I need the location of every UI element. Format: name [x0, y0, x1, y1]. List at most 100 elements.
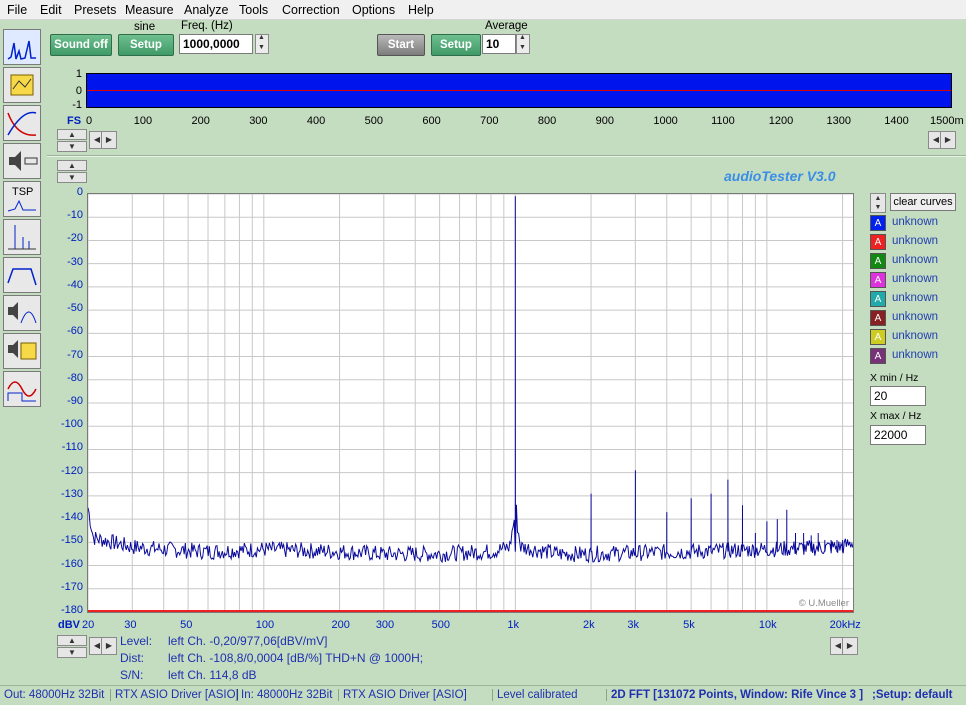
curve-color-swatch[interactable]: A [870, 272, 886, 288]
generator-setup-button[interactable]: Setup [118, 34, 174, 56]
spectrum-chart [88, 194, 853, 612]
scope-xtick-label: 800 [537, 115, 557, 127]
scope-xtick-label: 1500m [930, 115, 964, 127]
y-tick-label: -120 [60, 464, 83, 477]
y-tick-label: -50 [67, 302, 83, 315]
x-zoom-up-button[interactable]: ▲ [57, 635, 87, 646]
curve-color-swatch[interactable]: A [870, 291, 886, 307]
x-tick-label: 1k [507, 619, 519, 631]
x-tick-label: 20 [82, 619, 95, 631]
y-tick-label: -180 [60, 604, 83, 616]
speaker-sweep-icon[interactable] [3, 295, 41, 331]
x-tick-label: 5k [683, 619, 695, 631]
x-scroll-right-button[interactable]: ▶ [101, 637, 117, 655]
speaker-folder-icon[interactable] [3, 333, 41, 369]
average-spinner[interactable] [516, 34, 530, 54]
menu-measure[interactable]: Measure [125, 3, 174, 17]
curve-color-swatch[interactable]: A [870, 253, 886, 269]
x-zoom-down-button[interactable]: ▼ [57, 647, 87, 658]
y-zoom-down-button[interactable]: ▼ [57, 172, 87, 183]
scope-ytick: 0 [75, 85, 82, 97]
analyzer-setup-button[interactable]: Setup [431, 34, 481, 56]
legend-label: unknown [892, 235, 939, 247]
scope-scroll-right-button[interactable]: ▶ [101, 131, 117, 149]
curve-color-swatch[interactable]: A [870, 215, 886, 231]
x-tick-label: 3k [627, 619, 639, 631]
x-tick-label: 500 [431, 619, 450, 631]
x-tick-label: 30 [124, 619, 137, 631]
menu-analyze[interactable]: Analyze [184, 3, 228, 17]
legend-label: unknown [892, 273, 939, 285]
spectrum-mode-icon[interactable] [3, 29, 41, 65]
menu-correction[interactable]: Correction [282, 3, 340, 17]
y-tick-label: -150 [60, 534, 83, 547]
level-label: Level: [120, 634, 153, 648]
scope-xtick-label: 900 [595, 115, 614, 127]
scope-scroll-right-button-r[interactable]: ▶ [940, 131, 956, 149]
start-button[interactable]: Start [377, 34, 425, 56]
fft-icon[interactable] [3, 219, 41, 255]
y-tick-label: 0 [76, 186, 83, 198]
curve-color-swatch[interactable]: A [870, 234, 886, 250]
legend-label: unknown [892, 216, 939, 228]
speaker-meter-icon[interactable] [3, 143, 41, 179]
scope-xtick-label: 500 [364, 115, 384, 127]
y-tick-label: -130 [60, 487, 83, 500]
folder-scope-icon[interactable] [3, 67, 41, 103]
status-bar: Out: 48000Hz 32Bit RTX ASIO Driver [ASIO… [0, 685, 966, 705]
menu-bar: File Edit Presets Measure Analyze Tools … [0, 0, 966, 20]
scope-xtick-label: 0 [86, 115, 93, 127]
scope-trace [87, 90, 951, 91]
sound-off-button[interactable]: Sound off [50, 34, 112, 56]
panel-divider [47, 155, 966, 157]
frequency-spinner[interactable] [255, 34, 269, 54]
y-axis-unit: dBV [58, 619, 80, 631]
menu-presets[interactable]: Presets [74, 3, 116, 17]
frequency-input[interactable]: 1000,0000 [179, 34, 253, 54]
curve-color-swatch[interactable]: A [870, 329, 886, 345]
menu-tools[interactable]: Tools [239, 3, 268, 17]
sn-value: left Ch. 114,8 dB [168, 668, 257, 682]
y-tick-label: -30 [67, 255, 83, 268]
clear-curves-button[interactable]: clear curves [890, 193, 956, 211]
dist-value: left Ch. -108,8/0,0004 [dB/%] THD+N @ 10… [168, 651, 424, 665]
scope-xtick-label: 1400 [884, 115, 909, 127]
legend-scroll-button[interactable]: ▲ ▼ [870, 193, 886, 213]
x-min-label: X min / Hz [870, 372, 919, 384]
y-tick-label: -10 [67, 209, 83, 222]
spectrum-trace-left [88, 196, 853, 564]
x-max-label: X max / Hz [870, 410, 922, 422]
x-tick-label: 300 [375, 619, 395, 631]
x-min-input[interactable]: 20 [870, 386, 926, 406]
curve-color-swatch[interactable]: A [870, 310, 886, 326]
x-tick-label: 2k [583, 619, 595, 631]
menu-help[interactable]: Help [408, 3, 434, 17]
menu-options[interactable]: Options [352, 3, 395, 17]
y-tick-label: -70 [67, 348, 83, 361]
y-tick-label: -60 [67, 325, 83, 338]
legend-label: unknown [892, 254, 939, 266]
scope-xtick-label: 100 [133, 115, 153, 127]
x-max-input[interactable]: 22000 [870, 425, 926, 445]
y-tick-label: -110 [61, 441, 83, 454]
app-brand: audioTester V3.0 [724, 168, 836, 184]
y-tick-label: -100 [60, 418, 83, 431]
dist-label: Dist: [120, 651, 144, 665]
scope-zoom-up-button[interactable]: ▲ [57, 129, 87, 140]
scope-zoom-down-button[interactable]: ▼ [57, 141, 87, 152]
average-input[interactable]: 10 [482, 34, 516, 54]
frequency-response-icon[interactable] [3, 257, 41, 293]
y-zoom-up-button[interactable]: ▲ [57, 160, 87, 171]
oscilloscope-icon[interactable] [3, 371, 41, 407]
tsp-icon[interactable]: TSP [3, 181, 41, 217]
response-curves-icon[interactable] [3, 105, 41, 141]
legend-label: unknown [892, 330, 939, 342]
menu-file[interactable]: File [7, 3, 27, 17]
scope-xtick-label: 1000 [653, 115, 678, 127]
legend-label: unknown [892, 349, 939, 361]
curve-color-swatch[interactable]: A [870, 348, 886, 364]
status-output-driver: RTX ASIO Driver [ASIO] [110, 689, 239, 701]
menu-edit[interactable]: Edit [40, 3, 62, 17]
level-value: left Ch. -0,20/977,06[dBV/mV] [168, 634, 328, 648]
x-scroll-right-button-r[interactable]: ▶ [842, 637, 858, 655]
